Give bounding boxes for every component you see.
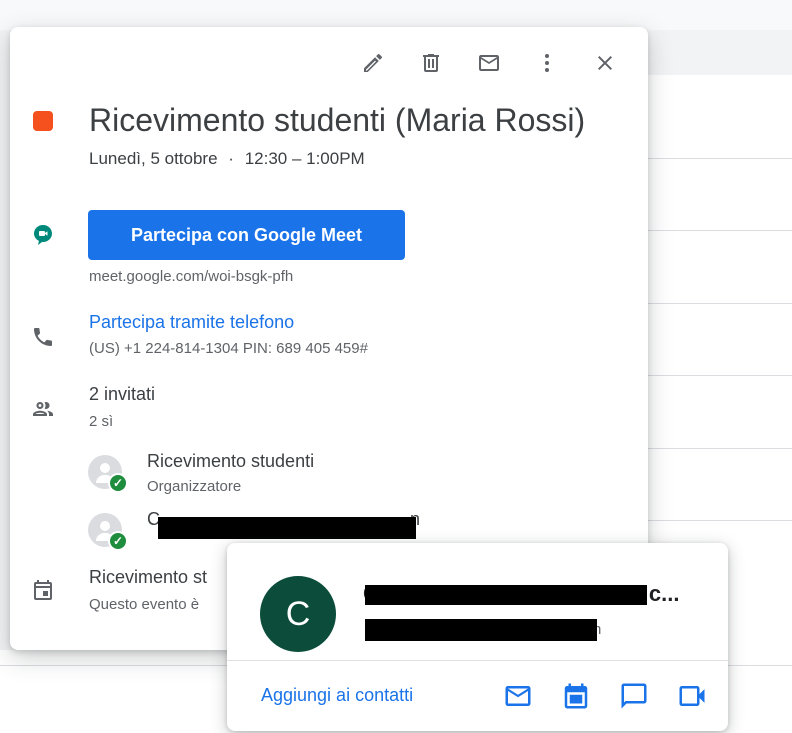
redaction-bar [365,619,597,641]
grid-line [648,520,792,521]
close-button[interactable] [576,45,634,81]
guest-avatar: ✓ [88,455,128,493]
guest-role: Organizzatore [147,478,242,495]
calendar-note: Questo evento è [89,596,200,613]
avatar-head [100,463,110,473]
event-date: Lunedì, 5 ottobre [89,149,218,168]
people-icon [33,402,53,416]
event-title: Ricevimento studenti (Maria Rossi) [89,102,586,138]
calendar-icon [34,580,52,600]
google-meet-icon [34,225,52,245]
grid-line [648,230,792,231]
grid-line [648,448,792,449]
contact-actions [489,679,721,713]
phone-detail: (US) +1 224-814-1304 PIN: 689 405 459# [89,340,368,357]
event-color-chip [33,111,53,131]
redaction-bar [365,585,647,605]
contact-avatar: C [260,576,336,652]
mail-icon [505,686,531,706]
check-icon: ✓ [110,475,126,491]
schedule-event-button[interactable] [547,679,605,713]
guest-name: Ricevimento studenti [147,451,315,471]
redaction-bar [158,517,416,539]
avatar-head [100,521,110,531]
meet-icon-wrapper [30,222,56,248]
rsvp-check-badge: ✓ [108,531,128,551]
event-datetime: Lunedì, 5 ottobre · 12:30 – 1:00PM [89,149,365,169]
phone-icon-wrapper [30,324,56,350]
guests-rsvp-summary: 2 sì [89,413,114,430]
event-time: 12:30 – 1:00PM [244,149,365,168]
event-toolbar [344,45,634,81]
calendar-icon-wrapper [30,577,56,603]
meet-link[interactable]: meet.google.com/woi-bsgk-pfh [89,268,293,285]
video-call-button[interactable] [663,679,721,713]
close-icon [598,56,612,70]
rsvp-check-badge: ✓ [108,473,128,493]
mail-icon [479,55,499,71]
datetime-separator: · [228,149,234,168]
video-icon [679,686,705,706]
trash-icon [423,54,439,72]
add-to-contacts-link[interactable]: Aggiungi ai contatti [261,685,413,706]
pencil-icon [364,53,383,72]
grid-line [648,158,792,159]
calendar-icon [564,683,588,709]
delete-button[interactable] [402,45,460,81]
edit-button[interactable] [344,45,402,81]
guests-icon-wrapper [30,396,56,422]
chat-button[interactable] [605,679,663,713]
guest-avatar: ✓ [88,513,128,551]
join-by-phone-link[interactable]: Partecipa tramite telefono [89,312,294,333]
more-options-button[interactable] [518,45,576,81]
guest-item[interactable]: ✓ Ricevimento studenti Organizzatore [88,451,588,495]
guests-count: 2 invitati [89,384,156,404]
calendar-name: Ricevimento st [89,567,208,587]
calendar-header-background [0,0,792,30]
more-vert-icon [545,54,549,72]
grid-line [648,375,792,376]
grid-line [648,303,792,304]
hovercard-divider [227,660,728,661]
send-email-button[interactable] [489,679,547,713]
contact-hovercard: C Cc... n Aggiungi ai contatti [227,543,728,731]
check-icon: ✓ [110,533,126,549]
contact-name-suffix: c... [648,581,680,606]
chat-icon [621,683,647,709]
phone-icon [34,328,52,346]
email-guests-button[interactable] [460,45,518,81]
join-meet-button[interactable]: Partecipa con Google Meet [88,210,405,260]
